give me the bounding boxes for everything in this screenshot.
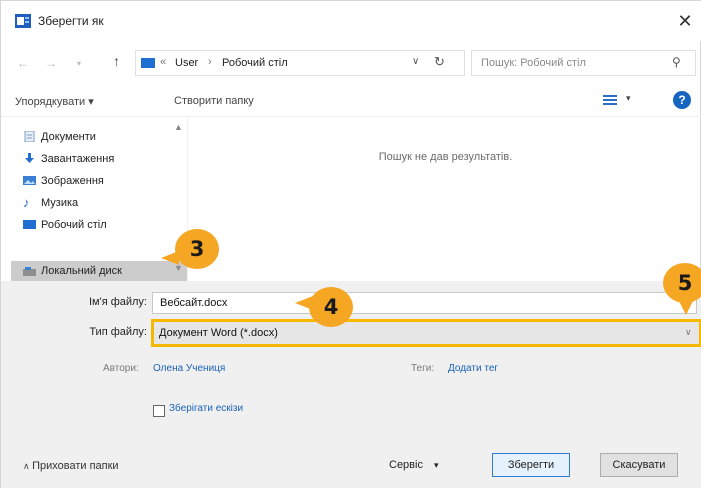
callout-4: 4 xyxy=(309,287,353,327)
sidebar-item-label: Завантаження xyxy=(41,153,115,165)
filename-value: Вебсайт.docx xyxy=(160,297,228,309)
scroll-up-icon[interactable]: ▲ xyxy=(174,122,183,132)
refresh-icon[interactable]: ↻ xyxy=(434,54,445,70)
filetype-label: Тип файлу: xyxy=(89,326,147,338)
back-arrow-icon[interactable]: ← xyxy=(17,56,29,70)
help-icon[interactable]: ? xyxy=(673,91,691,109)
authors-value[interactable]: Олена Учениця xyxy=(153,363,225,374)
address-bar[interactable]: « User › Робочий стіл ∨ ↻ xyxy=(135,50,465,76)
navigation-pane: Документи Завантаження Зображення ♪ Музи… xyxy=(1,118,187,283)
view-dropdown-icon[interactable]: ▾ xyxy=(626,93,631,104)
tags-label: Теги: xyxy=(411,363,435,374)
chevron-up-icon: ∧ xyxy=(23,461,33,471)
callout-3: 3 xyxy=(175,229,219,269)
desktop-icon xyxy=(23,220,36,229)
address-dropdown-icon[interactable]: ∨ xyxy=(412,56,419,67)
callout-5: 5 xyxy=(663,263,701,303)
save-button[interactable]: Зберегти xyxy=(492,453,570,477)
save-thumbnail-checkbox[interactable] xyxy=(153,405,165,417)
document-icon xyxy=(24,131,35,142)
folder-icon xyxy=(141,58,155,68)
view-options-icon[interactable] xyxy=(603,95,617,105)
sidebar-item-label: Робочий стіл xyxy=(41,219,107,231)
tags-value[interactable]: Додати тег xyxy=(448,363,498,374)
forward-arrow-icon[interactable]: → xyxy=(45,56,57,70)
sidebar-item-label: Документи xyxy=(41,131,96,143)
cancel-button[interactable]: Скасувати xyxy=(600,453,678,477)
filetype-value: Документ Word (*.docx) xyxy=(159,327,278,339)
new-folder-button[interactable]: Створити папку xyxy=(174,95,254,107)
command-toolbar: Упорядкувати ▾ Створити папку ▾ ? xyxy=(1,85,701,117)
path-overflow[interactable]: « xyxy=(160,56,166,68)
word-app-icon xyxy=(15,14,31,28)
hide-folders-label: Приховати папки xyxy=(32,460,119,472)
save-thumbnail-label[interactable]: Зберігати ескізи xyxy=(169,403,243,414)
save-as-dialog: Зберегти як ✕ ← → ▾ ↑ « User › Робочий с… xyxy=(0,0,701,488)
search-placeholder: Пошук: Робочий стіл xyxy=(481,57,586,69)
chevron-down-icon[interactable]: ∨ xyxy=(685,327,692,338)
sidebar-item-documents[interactable]: Документи xyxy=(24,126,96,148)
tools-label: Сервіс xyxy=(389,459,423,471)
sidebar-item-pictures[interactable]: Зображення xyxy=(23,170,104,192)
search-icon[interactable]: ⚲ xyxy=(672,55,681,69)
chevron-down-icon: ▾ xyxy=(434,460,439,470)
recent-locations-icon[interactable]: ▾ xyxy=(77,59,81,68)
sidebar-item-downloads[interactable]: Завантаження xyxy=(25,148,115,170)
download-icon xyxy=(25,153,34,163)
image-icon xyxy=(23,176,36,185)
breadcrumb-chevron-icon[interactable]: › xyxy=(208,56,212,68)
organize-menu[interactable]: Упорядкувати ▾ xyxy=(15,95,94,108)
sidebar-item-label: Музика xyxy=(41,197,79,209)
search-input[interactable]: Пошук: Робочий стіл ⚲ xyxy=(471,50,696,76)
filename-field[interactable]: Вебсайт.docx xyxy=(152,292,697,314)
sidebar-item-desktop[interactable]: Робочий стіл xyxy=(23,214,107,236)
sidebar-item-music[interactable]: ♪ Музика xyxy=(23,192,79,214)
filetype-select[interactable]: Документ Word (*.docx) ∨ xyxy=(151,319,701,347)
breadcrumb-user[interactable]: User xyxy=(175,57,198,69)
hide-folders-toggle[interactable]: ∧ Приховати папки xyxy=(23,460,119,472)
drive-icon xyxy=(23,267,36,276)
filename-label: Ім'я файлу: xyxy=(88,296,147,308)
music-icon: ♪ xyxy=(23,195,30,210)
tools-menu[interactable]: Сервіс ▾ xyxy=(389,454,439,476)
sidebar-item-label: Зображення xyxy=(41,175,104,187)
close-button[interactable]: ✕ xyxy=(673,9,697,33)
window-title: Зберегти як xyxy=(38,14,104,28)
breadcrumb-desktop[interactable]: Робочий стіл xyxy=(222,57,288,69)
up-arrow-icon[interactable]: ↑ xyxy=(113,53,120,69)
title-bar: Зберегти як ✕ xyxy=(1,1,701,41)
empty-results-message: Пошук не дав результатів. xyxy=(378,151,513,163)
navigation-bar: ← → ▾ ↑ « User › Робочий стіл ∨ ↻ Пошук:… xyxy=(1,41,701,85)
authors-label: Автори: xyxy=(103,363,139,374)
sidebar-item-label: Локальний диск xyxy=(41,265,122,277)
